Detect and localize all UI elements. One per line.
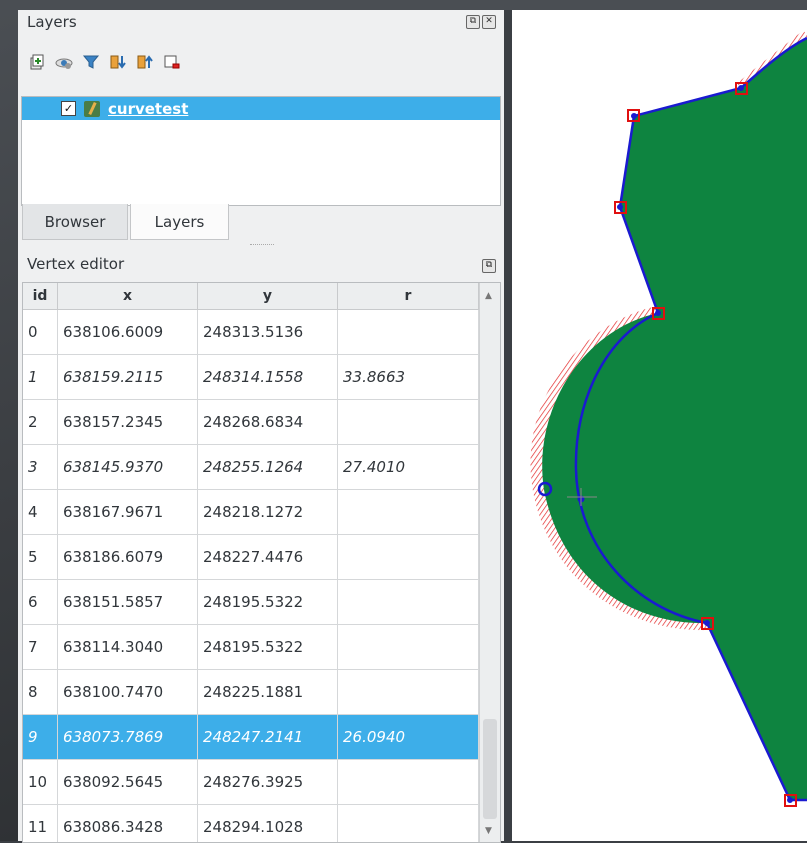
remove-layer-icon[interactable]: [163, 53, 181, 71]
table-row[interactable]: 2 638157.2345 248268.6834: [23, 400, 479, 445]
cell-x[interactable]: 638186.6079: [58, 535, 198, 579]
cell-id[interactable]: 2: [23, 400, 58, 444]
cell-x[interactable]: 638086.3428: [58, 805, 198, 842]
cell-id[interactable]: 5: [23, 535, 58, 579]
layer-row-curvetest[interactable]: ✓ curvetest: [22, 97, 500, 120]
pencil-edit-icon: [84, 100, 100, 117]
float-icon[interactable]: ⧉: [482, 259, 496, 273]
table-row[interactable]: 3 638145.9370 248255.1264 27.4010: [23, 445, 479, 490]
cell-r[interactable]: [338, 805, 479, 842]
cell-id[interactable]: 8: [23, 670, 58, 714]
table-row[interactable]: 11 638086.3428 248294.1028: [23, 805, 479, 842]
scroll-down-icon[interactable]: ▼: [485, 826, 492, 836]
filter-icon[interactable]: [82, 53, 100, 71]
add-group-icon[interactable]: [28, 53, 46, 71]
cell-id[interactable]: 1: [23, 355, 58, 399]
cell-y[interactable]: 248276.3925: [198, 760, 338, 804]
scroll-up-icon[interactable]: ▲: [485, 291, 492, 301]
float-icon[interactable]: ⧉: [466, 15, 480, 29]
left-dock: Layers ⧉ ✕ ✓ curvetest Browser Layers Ve…: [18, 10, 504, 843]
cell-y[interactable]: 248227.4476: [198, 535, 338, 579]
cell-id[interactable]: 11: [23, 805, 58, 842]
cell-y[interactable]: 248294.1028: [198, 805, 338, 842]
cell-id[interactable]: 7: [23, 625, 58, 669]
cell-y[interactable]: 248314.1558: [198, 355, 338, 399]
table-row[interactable]: 7 638114.3040 248195.5322: [23, 625, 479, 670]
table-row[interactable]: 5 638186.6079 248227.4476: [23, 535, 479, 580]
vertex-editor-title: Vertex editor: [27, 255, 125, 273]
cell-r[interactable]: [338, 400, 479, 444]
cell-y[interactable]: 248195.5322: [198, 625, 338, 669]
layers-panel-title: Layers: [27, 13, 77, 31]
cell-id[interactable]: 10: [23, 760, 58, 804]
cell-y[interactable]: 248255.1264: [198, 445, 338, 489]
dock-buttons: ⧉ ✕: [466, 15, 496, 29]
layer-name[interactable]: curvetest: [108, 100, 188, 118]
cell-id[interactable]: 6: [23, 580, 58, 624]
table-row[interactable]: 10 638092.5645 248276.3925: [23, 760, 479, 805]
cell-y[interactable]: 248247.2141: [198, 715, 338, 759]
visibility-icon[interactable]: [55, 53, 73, 71]
cell-y[interactable]: 248268.6834: [198, 400, 338, 444]
polygon-fill: [542, 38, 807, 800]
cell-r[interactable]: 27.4010: [338, 445, 479, 489]
cell-x[interactable]: 638100.7470: [58, 670, 198, 714]
cell-id[interactable]: 3: [23, 445, 58, 489]
table-row[interactable]: 8 638100.7470 248225.1881: [23, 670, 479, 715]
table-row[interactable]: 4 638167.9671 248218.1272: [23, 490, 479, 535]
table-row[interactable]: 1 638159.2115 248314.1558 33.8663: [23, 355, 479, 400]
cell-x[interactable]: 638114.3040: [58, 625, 198, 669]
cell-x[interactable]: 638159.2115: [58, 355, 198, 399]
cell-r[interactable]: [338, 670, 479, 714]
cell-x[interactable]: 638151.5857: [58, 580, 198, 624]
column-header-x[interactable]: x: [58, 283, 198, 309]
table-row[interactable]: 6 638151.5857 248195.5322: [23, 580, 479, 625]
cell-id[interactable]: 9: [23, 715, 58, 759]
cell-r[interactable]: [338, 580, 479, 624]
cell-x[interactable]: 638092.5645: [58, 760, 198, 804]
cell-x[interactable]: 638145.9370: [58, 445, 198, 489]
cell-r[interactable]: 26.0940: [338, 715, 479, 759]
collapse-all-icon[interactable]: [136, 53, 154, 71]
table-header: id x y r: [23, 283, 479, 310]
table-body: 0 638106.6009 248313.5136 1 638159.2115 24831…: [23, 310, 479, 842]
table-row[interactable]: 9 638073.7869 248247.2141 26.0940: [23, 715, 479, 760]
cell-id[interactable]: 0: [23, 310, 58, 354]
cell-r[interactable]: [338, 490, 479, 534]
tab-browser[interactable]: Browser: [22, 204, 128, 240]
window-top-bar: [0, 0, 807, 10]
table-scrollbar[interactable]: ▲ ▼: [479, 283, 500, 842]
vertex-table: id x y r 0 638106.6009 248313.5136 1 638159.…: [22, 282, 501, 843]
cell-x[interactable]: 638167.9671: [58, 490, 198, 534]
layer-tree[interactable]: ✓ curvetest: [21, 96, 501, 206]
cell-x[interactable]: 638106.6009: [58, 310, 198, 354]
splitter-grip[interactable]: [250, 244, 274, 247]
cell-r[interactable]: [338, 760, 479, 804]
layer-visibility-checkbox[interactable]: ✓: [61, 101, 76, 116]
close-icon[interactable]: ✕: [482, 15, 496, 29]
cell-y[interactable]: 248225.1881: [198, 670, 338, 714]
cell-r[interactable]: [338, 625, 479, 669]
table-row[interactable]: 0 638106.6009 248313.5136: [23, 310, 479, 355]
layers-toolbar: [28, 50, 181, 74]
cell-r[interactable]: [338, 535, 479, 579]
cell-x[interactable]: 638073.7869: [58, 715, 198, 759]
column-header-id[interactable]: id: [23, 283, 58, 309]
cell-y[interactable]: 248195.5322: [198, 580, 338, 624]
expand-all-icon[interactable]: [109, 53, 127, 71]
column-header-y[interactable]: y: [198, 283, 338, 309]
cell-r[interactable]: [338, 310, 479, 354]
scrollbar-thumb[interactable]: [483, 719, 497, 819]
map-canvas[interactable]: [512, 10, 807, 841]
cell-r[interactable]: 33.8663: [338, 355, 479, 399]
cell-x[interactable]: 638157.2345: [58, 400, 198, 444]
cell-id[interactable]: 4: [23, 490, 58, 534]
column-header-r[interactable]: r: [338, 283, 479, 309]
cell-y[interactable]: 248218.1272: [198, 490, 338, 534]
tab-layers[interactable]: Layers: [130, 204, 229, 240]
cell-y[interactable]: 248313.5136: [198, 310, 338, 354]
left-edge: [0, 10, 18, 841]
